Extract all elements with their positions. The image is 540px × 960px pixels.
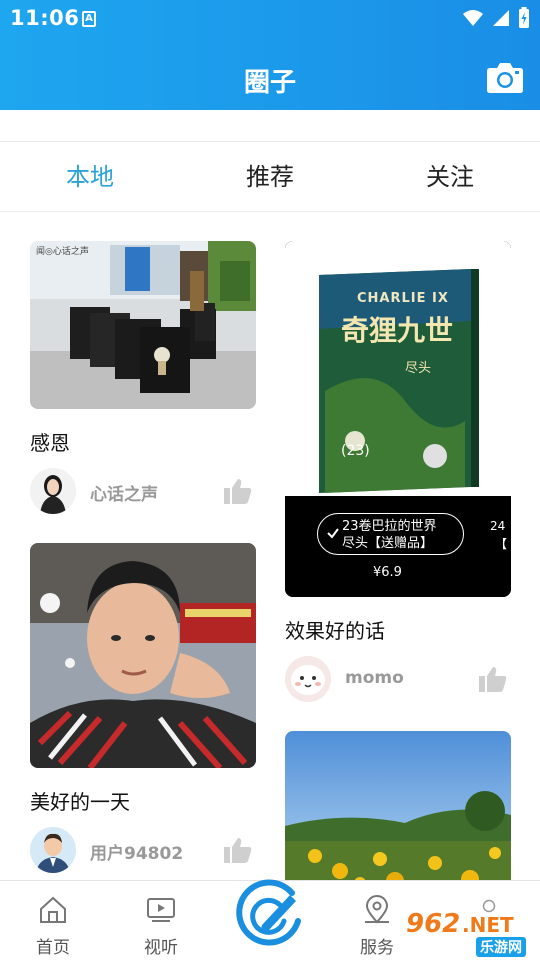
profile-icon xyxy=(482,899,496,913)
image-caption: 闻◎心话之声 xyxy=(36,247,89,257)
battery-icon xyxy=(519,7,529,28)
author-name[interactable]: momo xyxy=(345,668,404,688)
status-time: 11:06 xyxy=(10,6,80,30)
book-brand: CHARLIE IX xyxy=(357,291,449,306)
book-volume: (23) xyxy=(341,443,370,459)
avatar[interactable] xyxy=(30,468,76,514)
thumbs-up-icon[interactable] xyxy=(479,666,507,692)
nav-home-label: 首页 xyxy=(36,938,70,958)
signal-icon xyxy=(493,10,509,26)
post-card[interactable] xyxy=(285,731,511,882)
gift-tag-line1: 23卷巴拉的世界 xyxy=(342,519,437,534)
watermark-number: 962 xyxy=(406,909,461,939)
gift-tag-line2: 尽头【送赠品】 xyxy=(342,536,434,551)
watermark-suffix: .NET xyxy=(462,913,514,937)
home-icon xyxy=(40,896,66,923)
avatar[interactable] xyxy=(285,656,331,702)
tab-local[interactable]: 本地 xyxy=(0,142,180,211)
post-title: 效果好的话 xyxy=(285,619,385,643)
header-spacer xyxy=(0,110,540,142)
post-card[interactable]: 闻◎心话之声 感恩 心话之声 xyxy=(30,241,256,524)
post-image[interactable] xyxy=(285,731,511,882)
book-subtitle: 尽头 xyxy=(405,361,432,376)
gift-tag-side-number: 24 xyxy=(490,519,506,533)
status-bar: 11:06 A xyxy=(0,0,540,36)
thumbs-up-icon[interactable] xyxy=(224,478,252,504)
avatar[interactable] xyxy=(30,827,76,873)
app-bar: 11:06 A 圈子 xyxy=(0,0,540,110)
nav-video-label: 视听 xyxy=(144,938,178,958)
status-icons xyxy=(462,7,530,29)
price: ¥6.9 xyxy=(373,565,402,580)
accessibility-icon: A xyxy=(82,11,96,27)
post-meta: momo xyxy=(285,656,511,712)
watermark-logo: 962 .NET 乐游网 xyxy=(404,899,538,959)
tab-follow[interactable]: 关注 xyxy=(360,142,540,211)
post-image[interactable] xyxy=(30,543,256,768)
gift-tag: 23卷巴拉的世界 尽头【送赠品】 xyxy=(317,513,464,555)
tab-recommend[interactable]: 推荐 xyxy=(180,142,360,211)
location-icon xyxy=(365,895,389,924)
page-title: 圈子 xyxy=(243,68,296,98)
post-title: 美好的一天 xyxy=(30,790,130,814)
post-meta: 心话之声 xyxy=(30,468,256,524)
video-icon xyxy=(147,898,175,922)
post-card[interactable]: CHARLIE IX 奇狸九世 尽头 (23) 23卷巴拉的世界 尽头【送赠品】… xyxy=(285,241,511,712)
bottom-nav: 首页 视听 服务 962 .NET 乐游网 xyxy=(0,877,540,960)
page: 11:06 A 圈子 本地 推荐 关注 闻◎心话之声 感恩 心话之声 美好的一天… xyxy=(0,0,540,960)
thumbs-up-icon[interactable] xyxy=(224,837,252,863)
wifi-icon xyxy=(463,10,483,26)
camera-icon[interactable] xyxy=(486,60,524,94)
author-name[interactable]: 用户94802 xyxy=(90,839,183,864)
author-name[interactable]: 心话之声 xyxy=(90,480,158,505)
watermark-text: 乐游网 xyxy=(476,937,526,957)
publish-icon[interactable] xyxy=(232,877,308,953)
gift-tag-side-bracket: 【 xyxy=(495,537,508,551)
nav-video[interactable]: 视听 xyxy=(116,881,206,960)
post-meta: 用户94802 xyxy=(30,827,256,882)
post-title: 感恩 xyxy=(30,431,70,455)
tab-bar: 本地 推荐 关注 xyxy=(0,142,540,212)
post-image[interactable]: 闻◎心话之声 xyxy=(30,241,256,409)
post-card[interactable]: 美好的一天 用户94802 xyxy=(30,543,256,882)
feed: 闻◎心话之声 感恩 心话之声 美好的一天 用户94802 CHARLIE IX … xyxy=(0,212,540,882)
check-icon xyxy=(327,528,339,539)
book-title: 奇狸九世 xyxy=(341,314,454,347)
nav-home[interactable]: 首页 xyxy=(8,881,98,960)
post-image[interactable]: CHARLIE IX 奇狸九世 尽头 (23) 23卷巴拉的世界 尽头【送赠品】… xyxy=(285,241,511,597)
